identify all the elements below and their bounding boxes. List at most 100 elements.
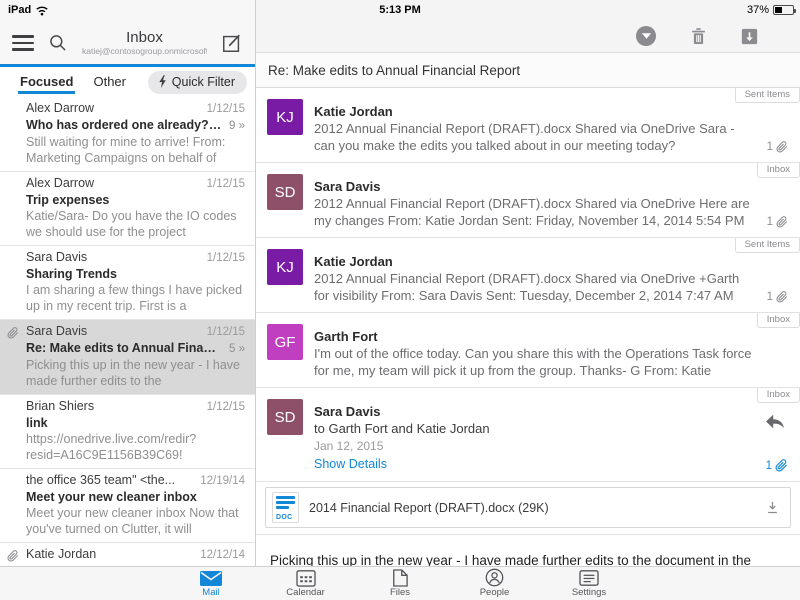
thread-message[interactable]: Inbox SD Sara Davis 2012 Annual Financia… xyxy=(256,163,800,238)
calendar-icon xyxy=(296,569,316,587)
tab-other[interactable]: Other xyxy=(87,70,132,94)
attachment-icon xyxy=(775,459,788,472)
settings-icon xyxy=(579,569,599,587)
attachment-icon xyxy=(7,550,19,562)
reply-icon[interactable] xyxy=(764,412,786,430)
avatar: SD xyxy=(267,174,303,210)
outlook-app: iPad 5:13 PM 37% Inbox ka xyxy=(0,0,800,600)
tab-focused[interactable]: Focused xyxy=(14,70,79,94)
folder-title-block[interactable]: Inbox katiej@contosogroup.onmicrosoft.co… xyxy=(82,30,207,57)
item-preview: Still waiting for mine to arrive! From: … xyxy=(26,134,245,166)
folder-title: Inbox xyxy=(82,30,207,47)
attachment-icon xyxy=(7,327,19,339)
attachment-count: 1 xyxy=(767,291,788,303)
tab-label: Files xyxy=(390,587,410,598)
message-sender: Sara Davis xyxy=(314,403,754,420)
message-body: Picking this up in the new year - I have… xyxy=(256,535,800,566)
item-sender: Sara Davis xyxy=(26,250,201,265)
clock: 5:13 PM xyxy=(0,4,800,16)
folder-badge: Inbox xyxy=(757,388,800,403)
item-date: 1/12/15 xyxy=(207,177,245,192)
tab-people[interactable]: People xyxy=(464,568,526,598)
tab-mail[interactable]: Mail xyxy=(180,570,242,598)
item-subject: Re: Make edits to Annual Financial... xyxy=(26,340,223,356)
people-icon xyxy=(485,568,504,587)
message-sender: Sara Davis xyxy=(314,178,754,195)
attachment-name: 2014 Financial Report (DRAFT).docx (29K) xyxy=(309,501,755,515)
menu-icon[interactable] xyxy=(12,35,34,51)
message-date: Jan 12, 2015 xyxy=(314,438,754,455)
lightning-icon xyxy=(158,75,167,88)
list-item[interactable]: Alex Darrow1/12/15 Trip expenses Katie/S… xyxy=(0,172,255,246)
tab-label: People xyxy=(480,587,510,598)
compose-icon[interactable] xyxy=(221,32,243,54)
tab-label: Calendar xyxy=(286,587,325,598)
list-item[interactable]: Brian Shiers1/12/15 link https://onedriv… xyxy=(0,395,255,469)
thread-message[interactable]: Sent Items KJ Katie Jordan 2012 Annual F… xyxy=(256,88,800,163)
avatar: SD xyxy=(267,399,303,435)
item-preview: Picking this up in the new year - I have… xyxy=(26,357,245,389)
message-sender: Katie Jordan xyxy=(314,103,754,120)
chevron-down-circle-icon xyxy=(636,26,656,46)
battery-percent: 37% xyxy=(747,4,769,16)
list-item-selected[interactable]: Sara Davis1/12/15 Re: Make edits to Annu… xyxy=(0,320,255,395)
attachment-card[interactable]: DOC 2014 Financial Report (DRAFT).docx (… xyxy=(265,487,791,528)
show-details-link[interactable]: Show Details xyxy=(314,455,387,473)
folder-badge: Sent Items xyxy=(735,238,800,253)
item-date: 1/12/15 xyxy=(207,400,245,415)
thread-message[interactable]: Inbox GF Garth Fort I'm out of the offic… xyxy=(256,313,800,388)
trash-icon xyxy=(690,27,707,46)
quick-filter-label: Quick Filter xyxy=(172,75,235,89)
list-item[interactable]: the office 365 team" <the...12/19/14 Mee… xyxy=(0,469,255,543)
thread-message-expanded[interactable]: Inbox SD Sara Davis to Garth Fort and Ka… xyxy=(256,388,800,482)
item-subject: Who has ordered one already? I ca... xyxy=(26,117,223,133)
item-date: 1/12/15 xyxy=(207,251,245,266)
message-sender: Garth Fort xyxy=(314,328,754,345)
thread-message[interactable]: Sent Items KJ Katie Jordan 2012 Annual F… xyxy=(256,238,800,313)
attachment-icon xyxy=(776,141,788,153)
message-preview: 2012 Annual Financial Report (DRAFT).doc… xyxy=(314,195,754,229)
download-icon[interactable] xyxy=(765,500,780,515)
avatar: KJ xyxy=(267,99,303,135)
folder-badge: Inbox xyxy=(757,313,800,328)
filter-tabs: Focused Other Quick Filter xyxy=(0,67,255,97)
tab-calendar[interactable]: Calendar xyxy=(275,569,337,598)
mail-list-pane: Inbox katiej@contosogroup.onmicrosoft.co… xyxy=(0,0,256,566)
message-recipients: to Garth Fort and Katie Jordan xyxy=(314,420,754,438)
item-thread-count: 9 » xyxy=(229,118,245,134)
list-item[interactable]: Sara Davis1/12/15 Sharing Trends I am sh… xyxy=(0,246,255,320)
list-item[interactable]: Alex Darrow1/12/15 Who has ordered one a… xyxy=(0,97,255,172)
search-icon[interactable] xyxy=(48,33,68,53)
tab-label: Settings xyxy=(572,587,606,598)
item-preview: Katie/Sara- Do you have the IO codes we … xyxy=(26,208,245,240)
list-item[interactable]: Katie Jordan12/12/14 Re: Recent content5… xyxy=(0,543,255,566)
item-date: 1/12/15 xyxy=(207,102,245,117)
more-actions-button[interactable] xyxy=(636,26,656,46)
item-sender: Alex Darrow xyxy=(26,176,201,191)
quick-filter-button[interactable]: Quick Filter xyxy=(148,71,247,94)
tab-files[interactable]: Files xyxy=(369,569,431,598)
delete-button[interactable] xyxy=(690,27,707,46)
attachment-count: 1 xyxy=(767,216,788,228)
item-sender: Katie Jordan xyxy=(26,547,194,562)
archive-button[interactable] xyxy=(741,28,758,45)
avatar: GF xyxy=(267,324,303,360)
item-preview: https://onedrive.live.com/redir?resid=A1… xyxy=(26,431,245,463)
body-paragraph: Picking this up in the new year - I have… xyxy=(270,551,786,566)
item-thread-count: 5 » xyxy=(229,341,245,357)
message-preview: 2012 Annual Financial Report (DRAFT).doc… xyxy=(314,120,754,154)
carrier-label: iPad xyxy=(8,4,31,16)
item-subject: Meet your new cleaner inbox xyxy=(26,489,245,505)
message-preview: 2012 Annual Financial Report (DRAFT).doc… xyxy=(314,270,754,304)
item-preview: Meet your new cleaner inbox Now that you… xyxy=(26,505,245,537)
thread-subject: Re: Make edits to Annual Financial Repor… xyxy=(256,52,800,88)
attachment-icon xyxy=(776,216,788,228)
app-tab-bar: Mail Calendar Files xyxy=(0,566,800,600)
wifi-icon xyxy=(35,5,49,16)
item-date: 1/12/15 xyxy=(207,325,245,340)
files-icon xyxy=(392,569,408,587)
tab-settings[interactable]: Settings xyxy=(558,569,620,598)
attachment-count: 1 xyxy=(767,141,788,153)
avatar: KJ xyxy=(267,249,303,285)
item-date: 12/12/14 xyxy=(200,548,245,563)
